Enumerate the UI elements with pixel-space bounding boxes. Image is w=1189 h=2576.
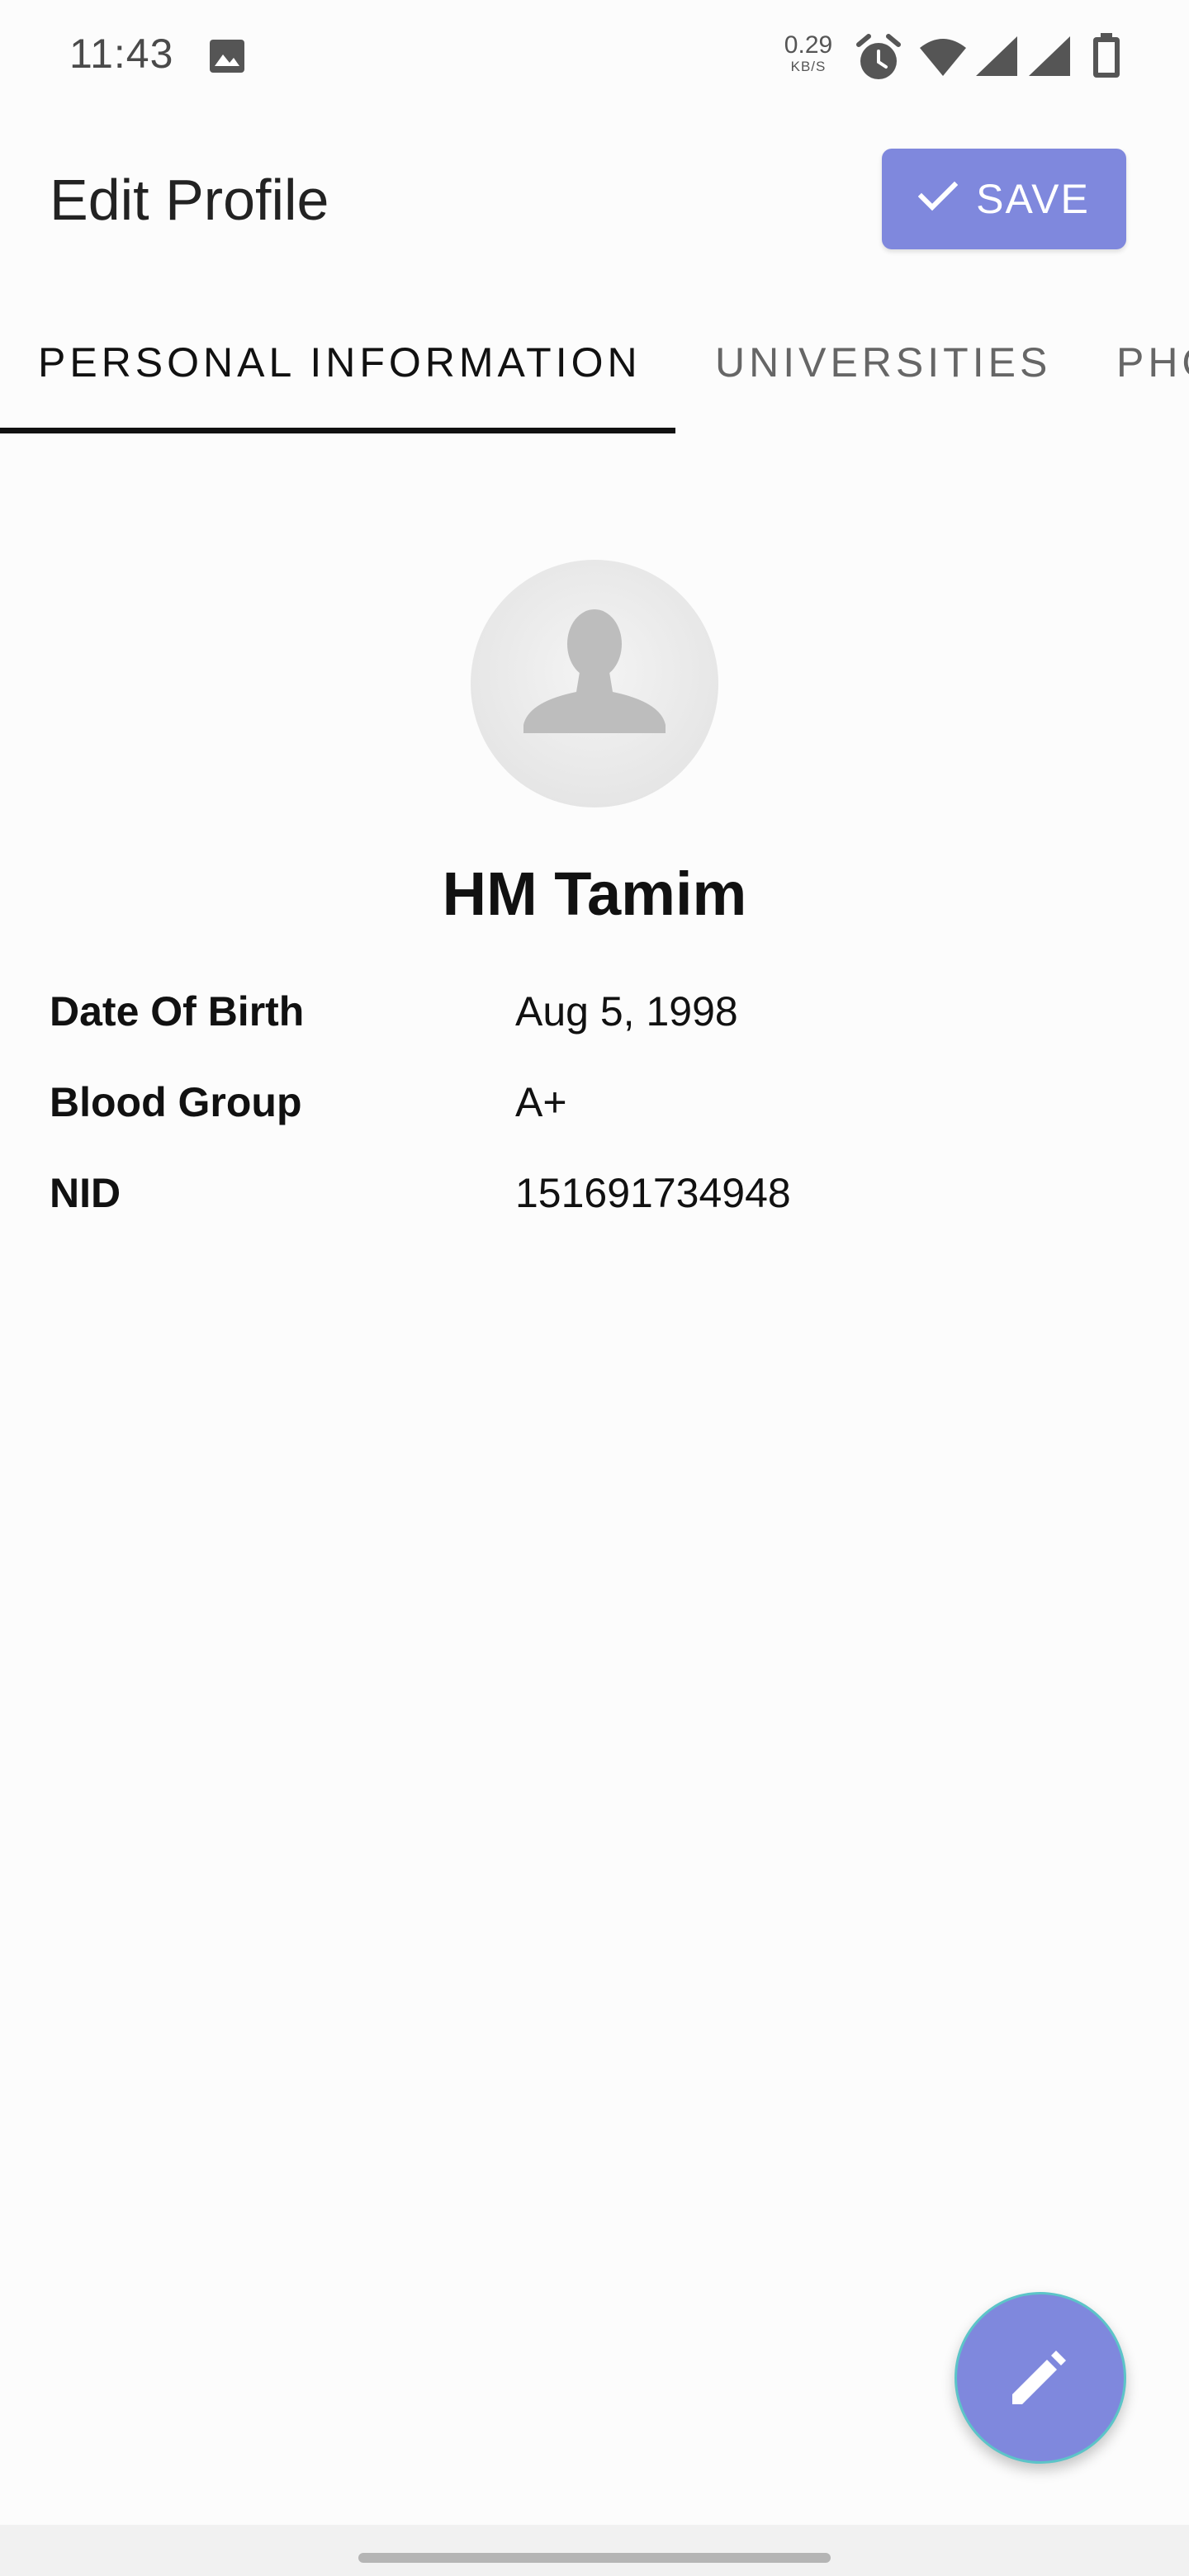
tab-selected-indicator [0,428,675,433]
alarm-icon [855,33,902,87]
signal-icon [974,35,1019,82]
network-speed: 0.29 KB/S [779,31,837,74]
field-value: Aug 5, 1998 [515,988,738,1035]
save-button[interactable]: SAVE [882,149,1126,249]
field-row-blood-group: Blood Group A+ [50,1078,1139,1136]
navigation-bar [0,2525,1189,2576]
status-time: 11:43 [69,31,174,77]
tab-photos[interactable]: PHO [1116,339,1189,386]
tab-bar: PERSONAL INFORMATION UNIVERSITIES PHO [0,305,1189,438]
save-button-label: SAVE [976,176,1090,222]
field-row-date-of-birth: Date Of Birth Aug 5, 1998 [50,987,1139,1045]
field-value: 151691734948 [515,1170,791,1216]
gallery-icon [208,38,246,74]
avatar[interactable] [471,560,718,807]
wifi-icon [918,36,968,82]
network-speed-value: 0.29 [784,31,833,59]
tab-personal-information[interactable]: PERSONAL INFORMATION [38,339,642,386]
signal-icon-2 [1027,35,1072,82]
status-bar: 11:43 0.29 KB/S [0,0,1189,116]
page-title: Edit Profile [50,168,329,232]
pencil-icon [1006,2342,1075,2415]
edit-fab-button[interactable] [955,2292,1126,2464]
field-label: Date Of Birth [50,988,305,1035]
person-placeholder-icon [523,609,666,733]
battery-icon [1092,33,1121,83]
network-speed-unit: KB/S [790,59,827,74]
profile-name: HM Tamim [442,859,747,928]
app-bar: Edit Profile SAVE [0,116,1189,289]
check-icon [917,175,976,223]
field-label: NID [50,1170,121,1216]
field-value: A+ [515,1079,567,1125]
edit-profile-screen: 11:43 0.29 KB/S Edit Profile SAVE PERSON… [0,0,1189,2576]
field-row-nid: NID 151691734948 [50,1169,1139,1227]
gesture-handle[interactable] [358,2553,831,2563]
tab-universities[interactable]: UNIVERSITIES [715,339,1051,386]
field-label: Blood Group [50,1079,302,1125]
